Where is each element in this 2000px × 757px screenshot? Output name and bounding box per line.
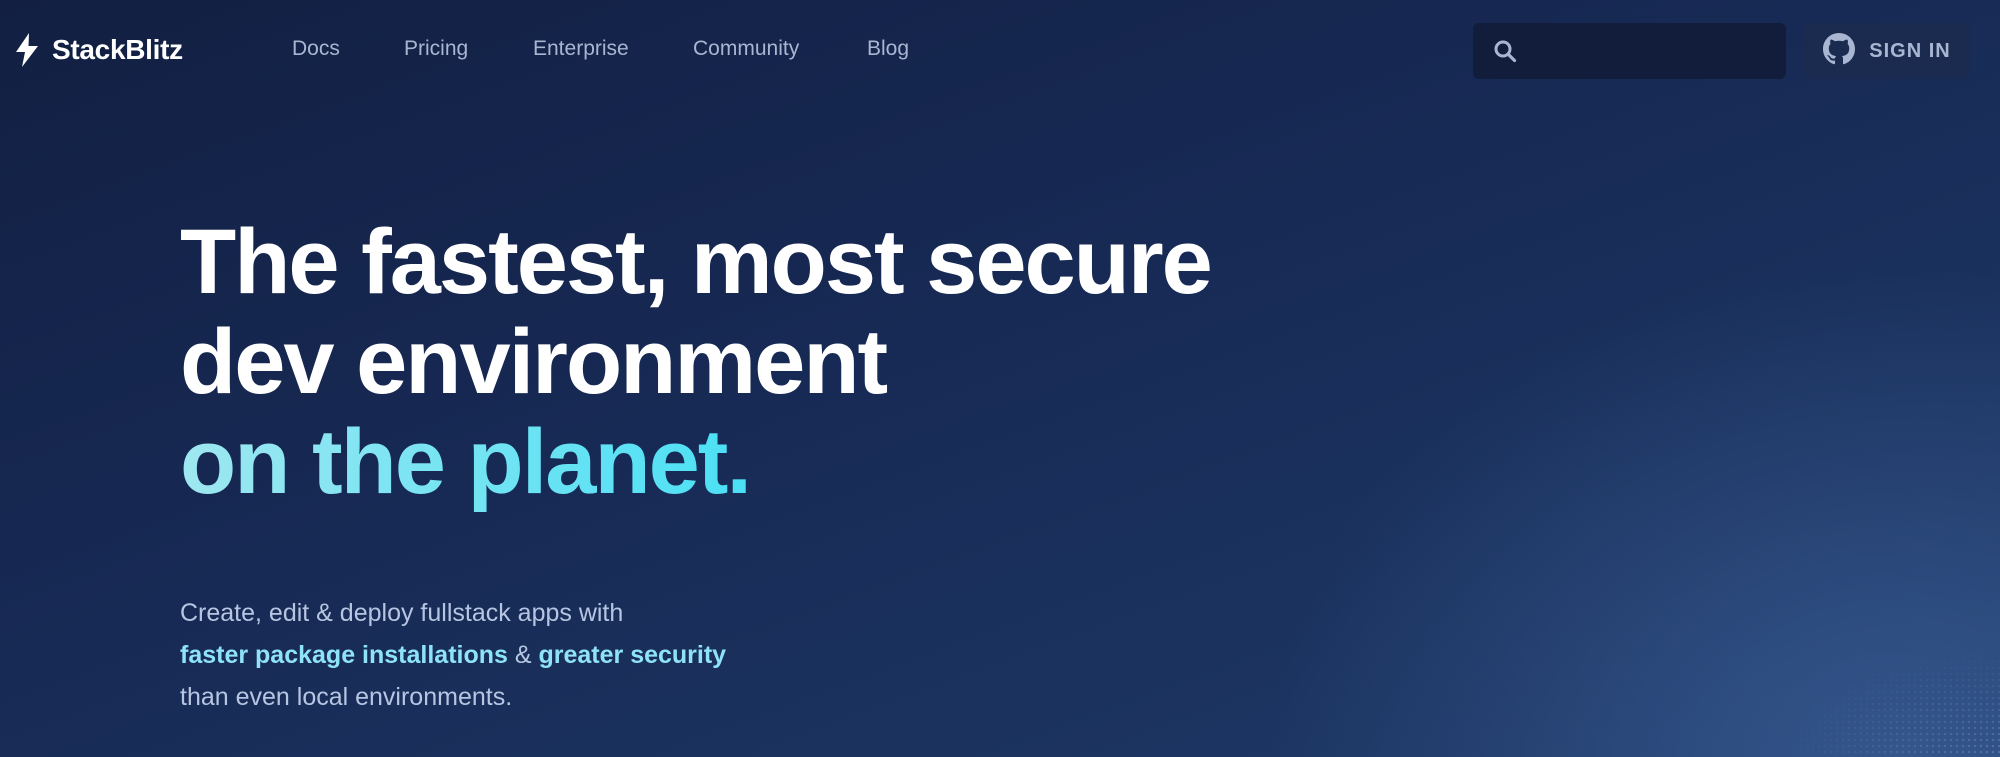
hero-line-3-accent: on the planet. <box>180 412 1480 512</box>
nav-link-enterprise[interactable]: Enterprise <box>533 37 629 61</box>
search-box[interactable] <box>1473 23 1798 79</box>
subtext-ampersand: & <box>507 641 539 669</box>
nav-link-community[interactable]: Community <box>693 37 799 61</box>
hero-subtext: Create, edit & deploy fullstack apps wit… <box>180 592 1080 718</box>
nav-link-docs[interactable]: Docs <box>292 37 340 61</box>
search-icon <box>1493 38 1517 64</box>
subtext-line-3: than even local environments. <box>180 683 513 711</box>
github-icon <box>1823 32 1856 70</box>
nav-link-blog[interactable]: Blog <box>867 37 909 61</box>
stackblitz-logo-link[interactable]: StackBlitz <box>14 30 183 70</box>
search-input[interactable] <box>1529 38 1798 64</box>
subtext-highlight-installations: faster package installations <box>180 641 508 669</box>
sign-in-button[interactable]: SIGN IN <box>1804 23 1970 79</box>
hero-line-1: The fastest, most secure <box>180 211 1213 313</box>
sign-in-label: SIGN IN <box>1869 39 1951 62</box>
hero-line-2: dev environment <box>180 311 888 413</box>
subtext-highlight-security: greater security <box>538 641 727 669</box>
subtext-line-1: Create, edit & deploy fullstack apps wit… <box>180 599 624 627</box>
lightning-bolt-icon <box>14 33 40 67</box>
logo-text: StackBlitz <box>52 34 183 65</box>
decorative-dot-pattern <box>1780 647 2000 757</box>
hero-headline: The fastest, most secure dev environment… <box>180 212 1480 512</box>
top-navigation-bar: StackBlitz Docs Pricing Enterprise Commu… <box>0 0 2000 104</box>
nav-link-pricing[interactable]: Pricing <box>404 37 468 61</box>
